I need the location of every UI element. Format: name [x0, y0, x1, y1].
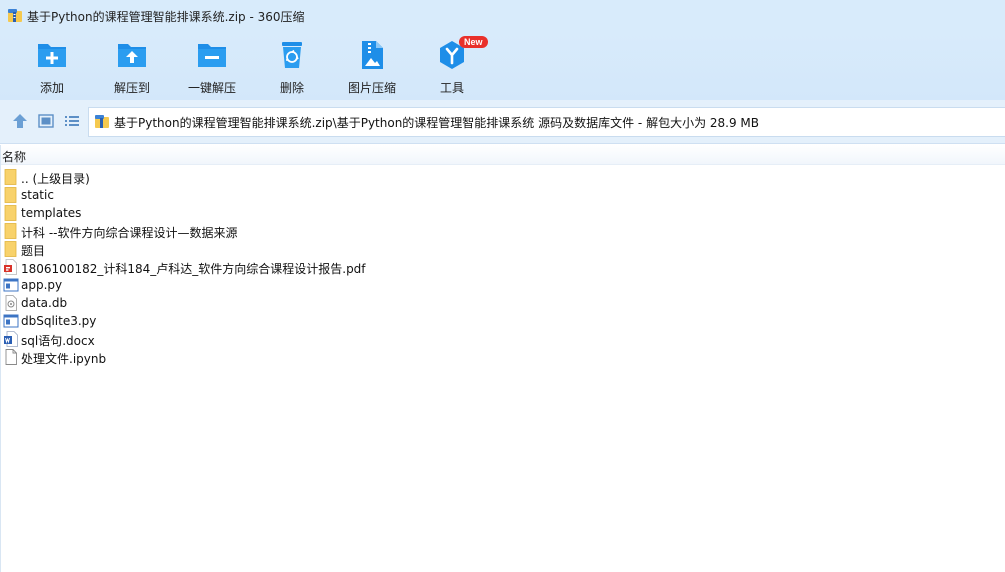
python-file-icon: [3, 314, 19, 328]
file-name: static: [21, 188, 54, 202]
new-badge: New: [459, 36, 488, 48]
file-name: app.py: [21, 278, 63, 292]
add-label: 添加: [39, 81, 64, 95]
pdf-file-icon: [4, 259, 17, 275]
delete-icon: [282, 42, 302, 68]
list-item[interactable]: .. (上级目录): [0, 168, 1005, 186]
tools-label: 工具: [439, 81, 464, 95]
toolbar: 添加 解压到 一键解压 删除 图片压缩 New 工具: [0, 32, 1005, 100]
file-name: .. (上级目录): [21, 172, 90, 186]
tools-button[interactable]: New 工具: [414, 36, 490, 96]
list-view-icon[interactable]: [63, 113, 81, 129]
delete-button[interactable]: 删除: [254, 38, 330, 96]
address-bar[interactable]: 基于Python的课程管理智能排课系统.zip\基于Python的课程管理智能排…: [88, 107, 1005, 137]
folder-icon: [4, 169, 17, 185]
generic-file-icon: [5, 349, 17, 365]
file-name: data.db: [21, 296, 68, 310]
file-name: dbSqlite3.py: [21, 314, 97, 328]
navigation-bar: 基于Python的课程管理智能排课系统.zip\基于Python的课程管理智能排…: [0, 100, 1005, 144]
file-name: 1806100182_计科184_卢科达_软件方向综合课程设计报告.pdf: [21, 262, 366, 276]
word-file-icon: [4, 331, 18, 347]
list-item[interactable]: app.py: [0, 276, 1005, 294]
file-name: sql语句.docx: [21, 334, 95, 348]
window-title: 基于Python的课程管理智能排课系统.zip - 360压缩: [27, 10, 305, 24]
app-window: 基于Python的课程管理智能排课系统.zip - 360压缩 添加 解压到 一…: [0, 0, 1005, 572]
folder-icon: [4, 205, 17, 221]
database-file-icon: [5, 295, 17, 311]
list-item[interactable]: sql语句.docx: [0, 330, 1005, 348]
python-file-icon: [3, 278, 19, 292]
image-compress-label: 图片压缩: [347, 81, 396, 95]
folder-icon: [4, 223, 17, 239]
archive-app-icon: [8, 9, 22, 22]
extract-to-button[interactable]: 解压到: [94, 38, 170, 96]
list-header: 名称: [0, 145, 1005, 165]
up-arrow-icon[interactable]: [11, 113, 29, 129]
column-header-name[interactable]: 名称: [2, 148, 26, 165]
extract-to-icon: [118, 44, 146, 67]
image-compress-icon: [362, 41, 383, 69]
file-name: 计科 --软件方向综合课程设计—数据来源: [21, 226, 238, 240]
one-click-extract-icon: [198, 44, 226, 67]
one-click-extract-button[interactable]: 一键解压: [174, 38, 250, 96]
list-item[interactable]: templates: [0, 204, 1005, 222]
file-list: .. (上级目录) static templates 计科 --软件方向综合课程…: [0, 168, 1005, 366]
add-archive-icon: [38, 44, 66, 67]
folder-icon: [4, 241, 17, 257]
list-item[interactable]: data.db: [0, 294, 1005, 312]
delete-label: 删除: [279, 81, 304, 95]
file-name: 处理文件.ipynb: [21, 352, 107, 366]
extract-to-label: 解压到: [113, 81, 150, 95]
list-item[interactable]: 处理文件.ipynb: [0, 348, 1005, 366]
image-compress-button[interactable]: 图片压缩: [334, 38, 410, 96]
list-item[interactable]: dbSqlite3.py: [0, 312, 1005, 330]
list-item[interactable]: 1806100182_计科184_卢科达_软件方向综合课程设计报告.pdf: [0, 258, 1005, 276]
title-bar: 基于Python的课程管理智能排课系统.zip - 360压缩: [0, 0, 1005, 32]
file-name: templates: [21, 206, 82, 220]
add-button[interactable]: 添加: [14, 38, 90, 96]
list-item[interactable]: 题目: [0, 240, 1005, 258]
archive-file-icon: [95, 115, 109, 128]
list-item[interactable]: static: [0, 186, 1005, 204]
list-item[interactable]: 计科 --软件方向综合课程设计—数据来源: [0, 222, 1005, 240]
address-path: 基于Python的课程管理智能排课系统.zip\基于Python的课程管理智能排…: [114, 115, 760, 130]
one-click-extract-label: 一键解压: [187, 81, 236, 95]
folder-icon: [4, 187, 17, 203]
thumbnail-view-icon[interactable]: [37, 113, 55, 129]
file-name: 题目: [21, 244, 46, 258]
